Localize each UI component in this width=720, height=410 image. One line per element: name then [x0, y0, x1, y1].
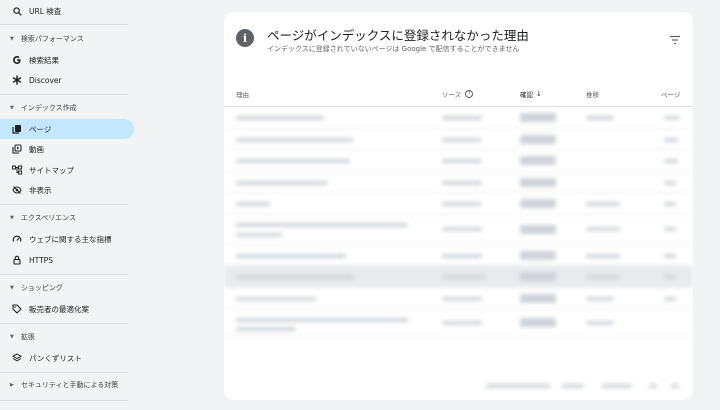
sidebar-item-discover[interactable]: Discover	[0, 70, 134, 90]
card-title: ページがインデックスに登録されなかった理由	[267, 28, 529, 43]
sidebar-item-label: 販売者の最適化案	[29, 304, 89, 314]
table-row[interactable]	[224, 107, 693, 129]
sidebar-item-breadcrumbs[interactable]: パンくずリスト	[0, 348, 134, 368]
asterisk-icon	[12, 75, 22, 85]
sidebar-item-url-inspection[interactable]: URL 検査	[0, 1, 134, 21]
table-row[interactable]	[224, 193, 693, 215]
caret-down-icon: ▼	[10, 285, 14, 291]
section-header-experience[interactable]: ▼ エクスペリエンス	[0, 210, 134, 226]
sidebar-item-label: 動画	[29, 144, 44, 154]
section-header-shopping[interactable]: ▼ ショッピング	[0, 280, 134, 296]
eye-off-icon	[12, 185, 22, 195]
table-row[interactable]	[224, 129, 693, 150]
sitemap-icon	[12, 165, 22, 175]
divider	[0, 372, 128, 373]
section-header-indexing[interactable]: ▼ インデックス作成	[0, 100, 134, 116]
section-header-performance[interactable]: ▼ 検索パフォーマンス	[0, 31, 134, 47]
layers-icon	[12, 353, 22, 363]
google-g-icon	[12, 55, 22, 65]
card-subtitle: インデックスに登録されていないページは Google で配信することができません	[267, 45, 520, 53]
speed-gauge-icon	[12, 234, 22, 244]
table-row[interactable]	[224, 245, 693, 266]
caret-right-icon: ▶	[10, 382, 14, 388]
filter-icon[interactable]	[669, 35, 681, 45]
caret-down-icon: ▼	[10, 36, 14, 42]
table-pagination	[224, 372, 693, 400]
table-row[interactable]	[224, 309, 693, 337]
table-row[interactable]	[224, 172, 693, 193]
section-header-enhancements[interactable]: ▼ 拡張	[0, 329, 134, 345]
sidebar-item-sitemaps[interactable]: サイトマップ	[0, 160, 134, 180]
divider	[0, 204, 128, 205]
sidebar-item-label: ページ	[29, 124, 52, 134]
sidebar-item-pages[interactable]: ページ	[0, 119, 134, 139]
info-icon: i	[236, 29, 254, 47]
table-row[interactable]	[224, 288, 693, 309]
column-header-source[interactable]: ソース ?	[442, 89, 474, 99]
lock-icon	[12, 255, 22, 265]
sidebar-item-label: Discover	[29, 75, 62, 85]
table-row[interactable]	[224, 266, 693, 288]
divider	[0, 274, 128, 275]
caret-down-icon: ▼	[10, 215, 14, 221]
divider	[0, 323, 128, 324]
sidebar-item-label: ウェブに関する主な指標	[29, 234, 112, 244]
sidebar-item-core-web-vitals[interactable]: ウェブに関する主な指標	[0, 229, 134, 249]
divider	[0, 94, 128, 95]
sidebar: URL 検査 ▼ 検索パフォーマンス 検索結果 Discover ▼ インデック…	[0, 0, 140, 410]
divider	[0, 400, 128, 401]
not-indexed-reasons-card: i ページがインデックスに登録されなかった理由 インデックスに登録されていないペ…	[224, 12, 693, 400]
sidebar-item-removals[interactable]: 非表示	[0, 180, 134, 200]
caret-down-icon: ▼	[10, 105, 14, 111]
table-body	[224, 107, 693, 337]
table-row[interactable]	[224, 150, 693, 172]
column-header-validation[interactable]: 確認 ↓	[520, 89, 542, 99]
sidebar-item-label: サイトマップ	[29, 165, 74, 175]
section-header-security[interactable]: ▶ セキュリティと手動による対策	[0, 377, 134, 393]
sidebar-item-label: URL 検査	[29, 6, 62, 16]
column-header-pages[interactable]: ページ	[661, 89, 680, 99]
tag-icon	[12, 304, 22, 314]
pages-icon	[12, 124, 22, 134]
sort-down-arrow-icon: ↓	[536, 90, 542, 98]
caret-down-icon: ▼	[10, 334, 14, 340]
help-icon[interactable]: ?	[465, 90, 474, 98]
sidebar-item-label: 検索結果	[29, 55, 59, 65]
table-row[interactable]	[224, 215, 693, 245]
video-library-icon	[12, 144, 22, 154]
column-header-trend[interactable]: 推移	[586, 89, 599, 99]
divider	[0, 24, 128, 25]
sidebar-item-label: 非表示	[29, 185, 52, 195]
column-header-reason[interactable]: 理由	[236, 89, 249, 99]
sidebar-item-merchant-opportunities[interactable]: 販売者の最適化案	[0, 299, 134, 319]
sidebar-item-label: パンくずリスト	[29, 353, 82, 363]
sidebar-item-search-results[interactable]: 検索結果	[0, 50, 134, 70]
sidebar-item-https[interactable]: HTTPS	[0, 250, 134, 270]
search-icon	[12, 6, 22, 16]
sidebar-item-label: HTTPS	[29, 255, 53, 265]
sidebar-item-videos[interactable]: 動画	[0, 139, 134, 159]
